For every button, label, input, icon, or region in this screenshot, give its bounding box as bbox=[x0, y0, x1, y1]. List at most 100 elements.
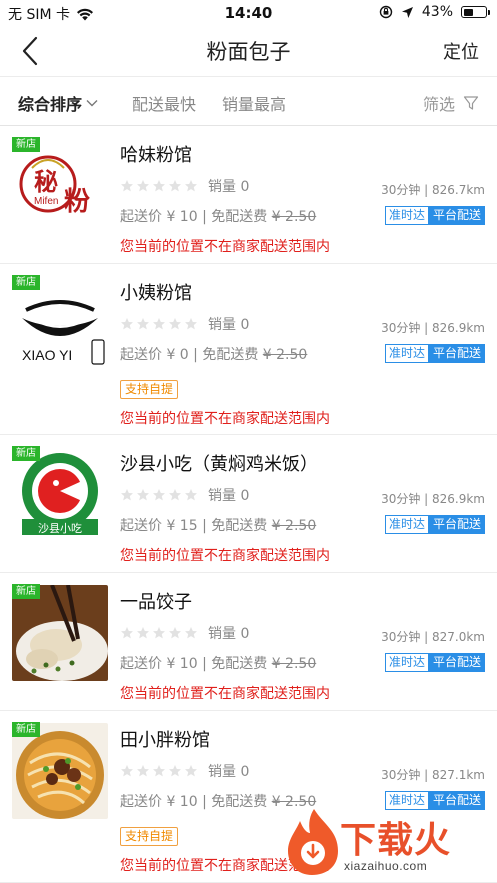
sort-bar: 综合排序 配送最快 销量最高 筛选 bbox=[0, 76, 497, 126]
watermark-subtitle: xiazaihuo.com bbox=[344, 859, 428, 873]
sales-count: 销量 0 bbox=[208, 488, 250, 504]
star-icon bbox=[121, 627, 133, 639]
star-icon bbox=[185, 765, 197, 777]
chevron-down-icon bbox=[86, 100, 98, 107]
shop-card[interactable]: 新店 沙县小吃 沙县小吃（黄焖鸡米饭） 销量 0 30分钟 | 826.9km … bbox=[0, 435, 497, 573]
logo-text: Mifen bbox=[34, 196, 58, 207]
delivery-fee: 起送价 ¥ 10 | 免配送费 ¥ 2.50 bbox=[120, 206, 316, 226]
flame-icon bbox=[288, 809, 338, 875]
star-icon bbox=[169, 627, 181, 639]
fee-text: 起送价 ¥ 10 | 免配送费 bbox=[120, 794, 272, 810]
fee-original: ¥ 2.50 bbox=[271, 518, 317, 534]
rating-stars bbox=[120, 179, 198, 193]
shop-name: 沙县小吃（黄焖鸡米饭） bbox=[120, 454, 318, 475]
rating-stars bbox=[120, 317, 198, 331]
new-shop-badge: 新店 bbox=[12, 137, 40, 152]
star-icon bbox=[185, 489, 197, 501]
fee-original: ¥ 2.50 bbox=[271, 209, 317, 225]
sort-top-sales-tab[interactable]: 销量最高 bbox=[222, 91, 286, 115]
new-shop-badge: 新店 bbox=[12, 722, 40, 737]
filter-button[interactable]: 筛选 bbox=[423, 91, 479, 115]
star-icon bbox=[121, 489, 133, 501]
orientation-lock-icon bbox=[379, 5, 393, 19]
star-icon bbox=[121, 765, 133, 777]
star-icon bbox=[153, 489, 165, 501]
battery-icon bbox=[461, 6, 490, 18]
shop-logo: 秘 粉 Mifen bbox=[12, 138, 108, 234]
star-icon bbox=[153, 180, 165, 192]
filter-label: 筛选 bbox=[422, 95, 455, 114]
svg-text:粉: 粉 bbox=[64, 187, 90, 217]
delivery-eta: 30分钟 | 827.1km bbox=[381, 768, 485, 782]
status-bar: 无 SIM 卡 14:40 43% bbox=[0, 0, 497, 26]
shop-name: 哈妹粉馆 bbox=[120, 145, 192, 166]
shop-name: 一品饺子 bbox=[120, 592, 192, 613]
star-icon bbox=[153, 318, 165, 330]
star-icon bbox=[185, 627, 197, 639]
delivery-eta: 30分钟 | 827.0km bbox=[381, 630, 485, 644]
delivery-fee: 起送价 ¥ 15 | 免配送费 ¥ 2.50 bbox=[120, 515, 316, 535]
shop-logo: 沙县小吃 bbox=[12, 447, 108, 543]
star-icon bbox=[169, 180, 181, 192]
delivery-tags: 准时达 平台配送 bbox=[384, 653, 485, 672]
delivery-eta: 30分钟 | 826.9km bbox=[381, 321, 485, 335]
star-icon bbox=[169, 489, 181, 501]
delivery-tags: 准时达 平台配送 bbox=[384, 206, 485, 225]
star-icon bbox=[169, 318, 181, 330]
star-icon bbox=[137, 318, 149, 330]
shop-photo bbox=[12, 585, 108, 681]
sort-default-dropdown[interactable]: 综合排序 bbox=[18, 91, 98, 115]
star-icon bbox=[153, 627, 165, 639]
shop-card[interactable]: 新店 一品饺子 销量 0 30分钟 | 827.0km 起送价 ¥ 10 | 免… bbox=[0, 573, 497, 711]
out-of-range-warning: 您当前的位置不在商家配送范围内 bbox=[120, 411, 330, 427]
battery-level bbox=[463, 8, 473, 16]
shop-name: 田小胖粉馆 bbox=[120, 730, 210, 751]
star-icon bbox=[137, 627, 149, 639]
rating-stars bbox=[120, 488, 198, 502]
sort-default-label: 综合排序 bbox=[18, 95, 83, 114]
logo-text: 沙县小吃 bbox=[38, 522, 82, 535]
locate-button[interactable]: 定位 bbox=[443, 38, 479, 64]
shop-card[interactable]: 新店 XIAO YI 小姨粉馆 销量 0 30分钟 | 826.9km 起送价 … bbox=[0, 264, 497, 435]
battery-percent: 43% bbox=[421, 4, 453, 20]
delivery-tags: 准时达 平台配送 bbox=[384, 344, 485, 363]
delivery-fee: 起送价 ¥ 10 | 免配送费 ¥ 2.50 bbox=[120, 653, 316, 673]
shop-list: 新店 秘 粉 Mifen 哈妹粉馆 销量 0 30分钟 | 826.7km 起送… bbox=[0, 126, 497, 883]
out-of-range-warning: 您当前的位置不在商家配送范围内 bbox=[120, 548, 330, 564]
fee-original: ¥ 2.50 bbox=[271, 656, 317, 672]
delivery-fee: 起送价 ¥ 0 | 免配送费 ¥ 2.50 bbox=[120, 344, 307, 364]
logo-text: XIAO YI bbox=[22, 347, 72, 363]
new-shop-badge: 新店 bbox=[12, 446, 40, 461]
delivery-eta: 30分钟 | 826.7km bbox=[381, 183, 485, 197]
platform-delivery-tag: 平台配送 bbox=[428, 344, 485, 363]
watermark-logo: 下载火 xiazaihuo.com bbox=[284, 807, 489, 881]
rating-stars bbox=[120, 764, 198, 778]
star-icon bbox=[121, 318, 133, 330]
platform-delivery-tag: 平台配送 bbox=[428, 515, 485, 534]
shop-photo bbox=[12, 723, 108, 819]
ontime-tag: 准时达 bbox=[384, 515, 429, 534]
page-title: 粉面包子 bbox=[206, 40, 291, 64]
delivery-eta: 30分钟 | 826.9km bbox=[381, 492, 485, 506]
watermark-title: 下载火 bbox=[340, 820, 452, 861]
new-shop-badge: 新店 bbox=[12, 584, 40, 599]
ontime-tag: 准时达 bbox=[384, 206, 429, 225]
fee-text: 起送价 ¥ 0 | 免配送费 bbox=[120, 347, 263, 363]
nav-bar: 粉面包子 定位 bbox=[0, 26, 497, 76]
fee-text: 起送价 ¥ 10 | 免配送费 bbox=[120, 209, 272, 225]
star-icon bbox=[153, 765, 165, 777]
funnel-icon bbox=[463, 96, 479, 110]
svg-text:秘: 秘 bbox=[34, 167, 58, 196]
sort-fastest-tab[interactable]: 配送最快 bbox=[132, 91, 196, 115]
platform-delivery-tag: 平台配送 bbox=[428, 206, 485, 225]
star-icon bbox=[185, 318, 197, 330]
new-shop-badge: 新店 bbox=[12, 275, 40, 290]
fee-text: 起送价 ¥ 15 | 免配送费 bbox=[120, 518, 272, 534]
shop-card[interactable]: 新店 秘 粉 Mifen 哈妹粉馆 销量 0 30分钟 | 826.7km 起送… bbox=[0, 126, 497, 264]
status-right: 43% bbox=[379, 4, 490, 20]
fee-text: 起送价 ¥ 10 | 免配送费 bbox=[120, 656, 272, 672]
shop-logo: XIAO YI bbox=[12, 276, 108, 372]
sales-count: 销量 0 bbox=[208, 317, 250, 333]
ontime-tag: 准时达 bbox=[384, 653, 429, 672]
fee-original: ¥ 2.50 bbox=[262, 347, 308, 363]
